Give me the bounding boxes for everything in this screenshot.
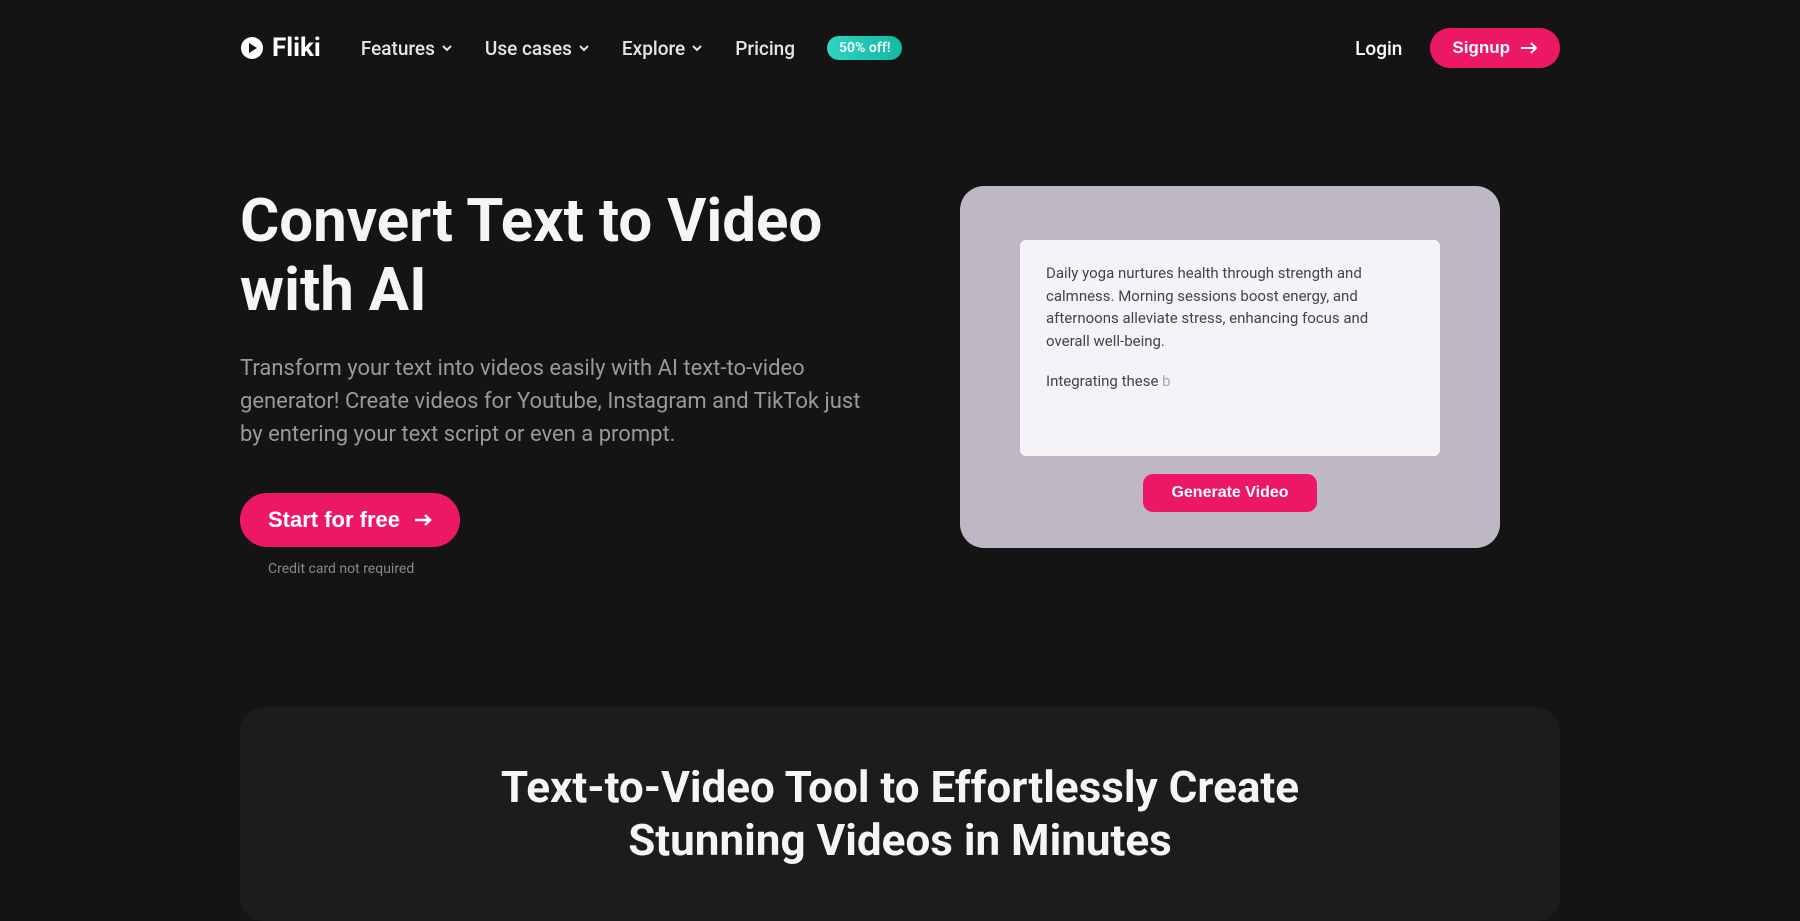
start-free-label: Start for free	[268, 507, 400, 533]
nav-use-cases-label: Use cases	[485, 37, 572, 60]
demo-textarea[interactable]: Daily yoga nurtures health through stren…	[1020, 240, 1440, 456]
logo-icon	[240, 36, 264, 60]
arrow-right-icon	[1520, 41, 1538, 55]
generate-video-button[interactable]: Generate Video	[1143, 474, 1316, 512]
hero-description: Transform your text into videos easily w…	[240, 352, 880, 451]
arrow-right-icon	[414, 513, 432, 527]
nav-use-cases[interactable]: Use cases	[485, 37, 590, 60]
hero-section: Convert Text to Video with AI Transform …	[240, 96, 1560, 577]
nav-pricing[interactable]: Pricing	[735, 37, 795, 60]
hero-right: Daily yoga nurtures health through stren…	[960, 186, 1500, 548]
nav-explore[interactable]: Explore	[622, 37, 703, 60]
hero-subtext: Credit card not required	[268, 561, 880, 577]
signup-button[interactable]: Signup	[1430, 28, 1560, 68]
demo-card: Daily yoga nurtures health through stren…	[960, 186, 1500, 548]
logo[interactable]: Fliki	[240, 33, 321, 63]
chevron-down-icon	[691, 42, 703, 54]
demo-paragraph-2: Integrating these b	[1046, 370, 1414, 393]
typing-cursor: b	[1162, 372, 1170, 390]
demo-paragraph-1: Daily yoga nurtures health through stren…	[1046, 262, 1414, 352]
nav-features-label: Features	[361, 37, 435, 60]
login-link[interactable]: Login	[1355, 37, 1402, 60]
hero-left: Convert Text to Video with AI Transform …	[240, 186, 880, 577]
start-free-button[interactable]: Start for free	[240, 493, 460, 547]
main-nav: Fliki Features Use cases Explore Pricing	[240, 28, 1560, 68]
discount-badge: 50% off!	[827, 36, 902, 60]
nav-items: Features Use cases Explore Pricing 50% o…	[361, 36, 903, 60]
nav-explore-label: Explore	[622, 37, 685, 60]
page-title: Convert Text to Video with AI	[240, 186, 880, 324]
nav-pricing-label: Pricing	[735, 37, 795, 60]
chevron-down-icon	[578, 42, 590, 54]
brand-name: Fliki	[272, 33, 321, 63]
nav-right: Login Signup	[1355, 28, 1560, 68]
chevron-down-icon	[441, 42, 453, 54]
section-2: Text-to-Video Tool to Effortlessly Creat…	[240, 707, 1560, 921]
section-2-title: Text-to-Video Tool to Effortlessly Creat…	[280, 761, 1520, 867]
signup-label: Signup	[1452, 38, 1510, 58]
nav-features[interactable]: Features	[361, 37, 453, 60]
